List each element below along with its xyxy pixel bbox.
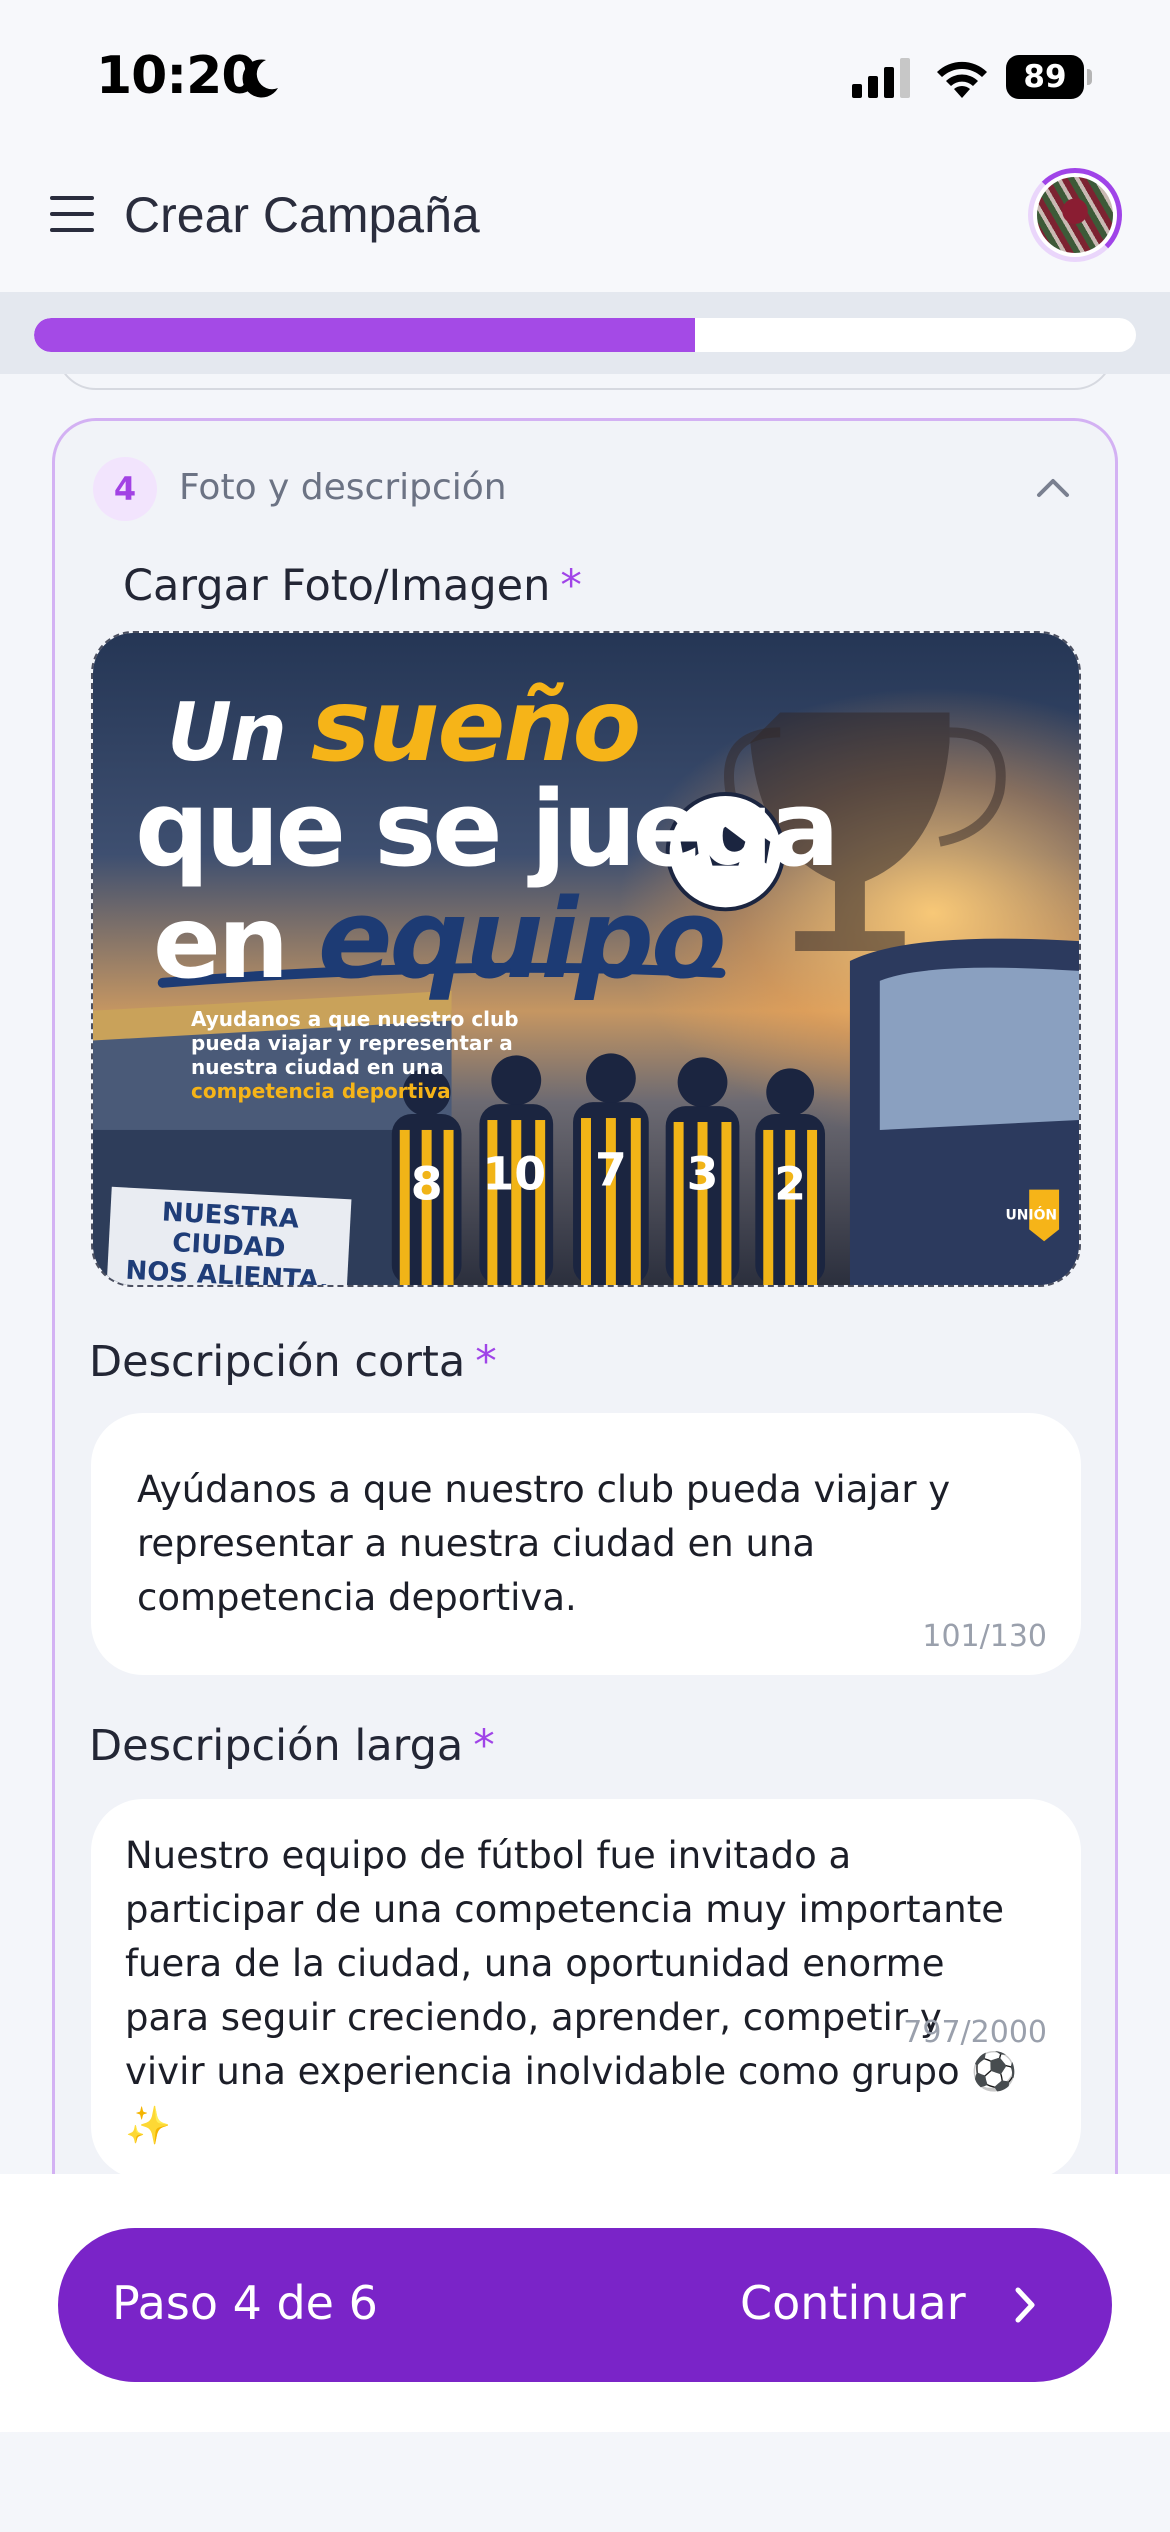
battery-level: 89 [1006,55,1084,99]
step-number-badge: 4 [93,457,157,521]
short-description-label-text: Descripción corta [89,1337,466,1387]
short-description-counter: 101/130 [922,1619,1047,1654]
bottom-bar: Paso 4 de 6 Continuar [0,2174,1170,2432]
jersey-number: 7 [595,1144,627,1197]
promo-headline-1b: sueño [310,667,641,784]
form-content[interactable]: 4 Foto y descripción Cargar Foto/Imagen * [0,374,1170,2174]
home-indicator-area [0,2432,1170,2532]
previous-section-card[interactable] [56,374,1114,390]
jersey-number: 2 [774,1158,806,1211]
page-title: Crear Campaña [124,187,480,243]
battery-tip [1087,69,1092,85]
jersey-number: 3 [687,1148,719,1201]
required-mark: * [473,1721,495,1771]
moon-icon [242,59,278,98]
long-description-value: Nuestro equipo de fútbol fue invitado a … [125,1834,1018,2147]
progress-area [0,292,1170,374]
signal-icon [852,58,910,98]
long-description-field[interactable]: Nuestro equipo de fútbol fue invitado a … [91,1799,1081,2174]
bus-logo-text: UNIÓN [1005,1205,1057,1223]
short-description-label: Descripción corta * [89,1337,497,1387]
promo-subtext: Ayudanos a que nuestro club pueda viajar… [191,1007,519,1079]
chevron-right-icon [1015,2287,1035,2323]
long-description-label-text: Descripción larga [89,1721,464,1771]
section-photo-description: 4 Foto y descripción Cargar Foto/Imagen * [52,418,1118,2174]
promo-headline-3: en equipo [153,875,727,1003]
jersey-number: 8 [411,1158,443,1211]
short-description-value: Ayúdanos a que nuestro club pueda viajar… [137,1468,951,1619]
progress-fill [34,318,696,352]
promo-headline-1a: Un [167,686,287,779]
photo-label: Cargar Foto/Imagen * [123,561,582,611]
photo-label-text: Cargar Foto/Imagen [123,561,551,611]
battery-icon: 89 [1006,55,1092,99]
fan-banner: NUESTRA CIUDAD NOS ALIENTA, VOS PODÉS [106,1186,352,1285]
required-mark: * [475,1337,497,1387]
menu-icon[interactable] [50,194,94,234]
jersey-number: 10 [482,1148,546,1201]
photo-upload[interactable]: 10 7 3 8 2 UNIÓN Un sueño que se juega e… [91,631,1081,1287]
short-description-field[interactable]: Ayúdanos a que nuestro club pueda viajar… [91,1413,1081,1675]
status-time: 10:20 [96,46,258,106]
progress-bar [34,318,1136,352]
continue-label: Continuar [740,2276,966,2330]
long-description-counter: 797/2000 [903,2015,1047,2050]
section-title[interactable]: Foto y descripción [179,467,507,508]
chevron-up-icon[interactable] [1033,471,1073,503]
promo-subtext-highlight: competencia deportiva [191,1079,451,1103]
wifi-icon [937,61,987,98]
promo-headline-3a: en [153,884,289,1001]
promo-headline-3b: equipo [317,875,727,1003]
avatar-image [1037,177,1113,253]
long-description-label: Descripción larga * [89,1721,495,1771]
avatar[interactable] [1028,168,1122,262]
continue-button[interactable]: Paso 4 de 6 Continuar [58,2228,1112,2382]
step-indicator: Paso 4 de 6 [112,2276,378,2330]
status-bar: 10:20 89 [0,0,1170,150]
promo-headline-2: que se juega [135,768,840,890]
app-header: Crear Campaña [0,150,1170,292]
required-mark: * [560,561,582,611]
promo-headline-1: Un sueño [167,667,641,784]
